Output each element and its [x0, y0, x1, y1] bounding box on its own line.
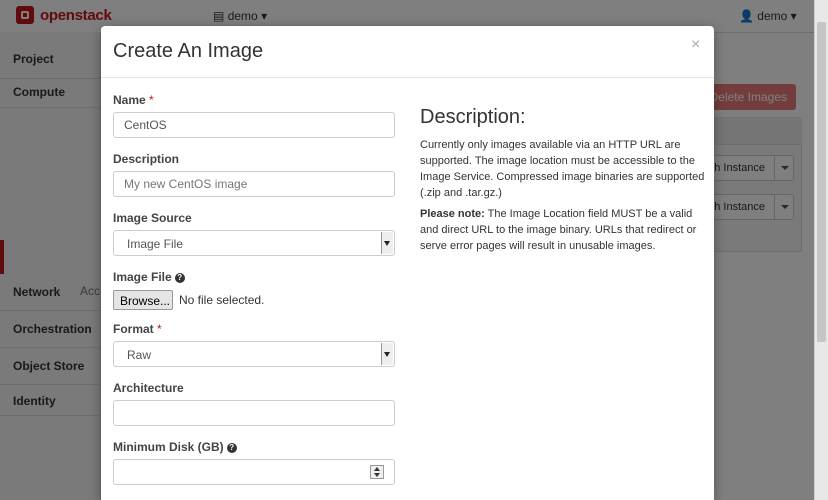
description-heading: Description:: [420, 106, 526, 128]
modal-header: Create An Image ×: [101, 26, 714, 78]
modal-title: Create An Image: [113, 40, 264, 62]
image-file-label: Image File?: [113, 270, 185, 284]
no-file-selected-text: No file selected.: [179, 293, 265, 307]
page-scrollbar[interactable]: [814, 0, 828, 500]
image-source-label: Image Source: [113, 211, 192, 225]
description-input[interactable]: [113, 171, 395, 197]
format-select[interactable]: Raw: [113, 341, 395, 367]
name-label: Name *: [113, 93, 154, 107]
image-source-select[interactable]: Image File: [113, 230, 395, 256]
minimum-disk-label: Minimum Disk (GB)?: [113, 440, 237, 454]
description-body: Currently only images available via an H…: [420, 139, 705, 199]
help-icon[interactable]: ?: [174, 272, 185, 283]
description-label: Description: [113, 152, 180, 166]
format-label-text: Format: [113, 322, 154, 336]
architecture-input[interactable]: [113, 400, 395, 426]
close-icon[interactable]: ×: [691, 36, 700, 54]
minimum-disk-label-text: Minimum Disk (GB): [113, 440, 224, 454]
required-marker: *: [157, 322, 162, 336]
required-marker: *: [149, 93, 154, 107]
image-source-value: Image File: [127, 237, 184, 251]
image-file-label-text: Image File: [113, 270, 172, 284]
name-input[interactable]: [113, 112, 395, 138]
architecture-label: Architecture: [113, 381, 184, 395]
browse-button[interactable]: Browse...: [113, 290, 173, 310]
format-value: Raw: [127, 348, 152, 362]
select-arrow-icon[interactable]: [381, 343, 393, 365]
description-note: Please note: The Image Location field MU…: [420, 206, 705, 254]
help-icon[interactable]: ?: [226, 442, 237, 453]
create-image-dialog: Create An Image × Name * Description Ima…: [101, 26, 714, 500]
select-arrow-icon[interactable]: [381, 232, 393, 254]
name-label-text: Name: [113, 93, 146, 107]
scrollbar-thumb[interactable]: [817, 22, 826, 342]
number-spinner-icon[interactable]: [370, 465, 384, 479]
format-label: Format *: [113, 322, 162, 336]
minimum-disk-input[interactable]: [113, 459, 395, 485]
note-label: Please note:: [420, 208, 485, 220]
